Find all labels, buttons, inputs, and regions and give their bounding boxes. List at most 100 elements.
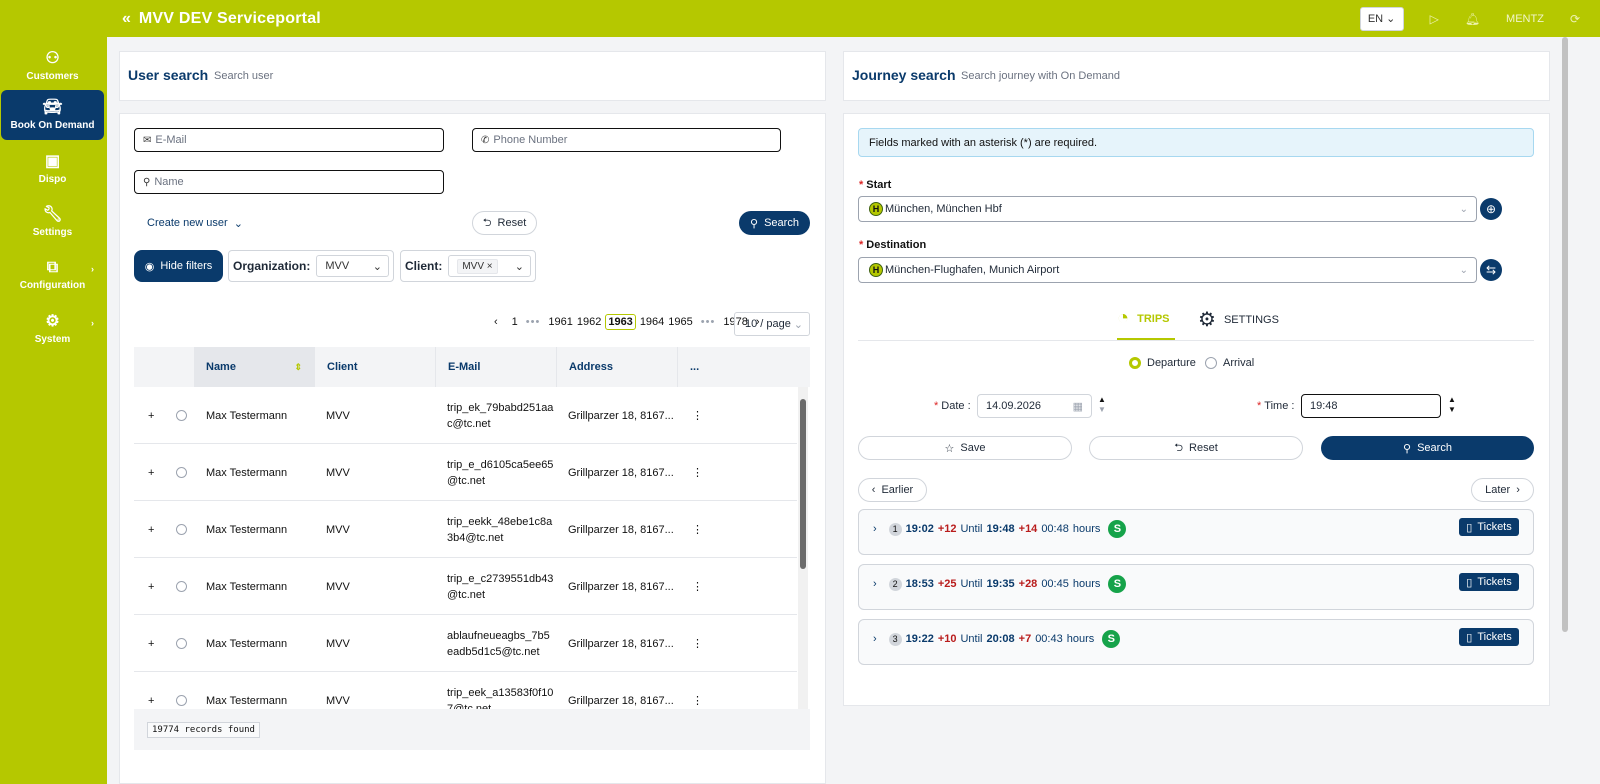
tickets-button[interactable]: ▯ Tickets bbox=[1459, 628, 1519, 646]
expand-icon[interactable]: + bbox=[148, 444, 154, 501]
user-name[interactable]: MENTZ bbox=[1506, 13, 1544, 25]
calendar-icon[interactable]: ▦ bbox=[1073, 400, 1083, 413]
column-client[interactable]: Client bbox=[314, 347, 435, 387]
table-row[interactable]: + Max Testermann MVV ablaufneueagbs_7b5 e… bbox=[134, 615, 797, 672]
search-button[interactable]: ⚲ Search bbox=[739, 211, 810, 235]
row-select[interactable] bbox=[176, 444, 187, 501]
date-label: * Date : bbox=[934, 400, 971, 412]
organization-select[interactable]: MVV ⌄ bbox=[316, 255, 389, 277]
sidebar-item-customers[interactable]: ⚇ Customers bbox=[1, 41, 104, 91]
logout-icon[interactable]: ⟳ bbox=[1570, 12, 1580, 26]
table-scrollbar[interactable] bbox=[798, 387, 808, 709]
more-options-icon[interactable]: ⋮ bbox=[692, 444, 703, 501]
sidebar-item-dispo[interactable]: ▣ Dispo bbox=[1, 144, 104, 194]
page-item[interactable]: 1965 bbox=[668, 316, 692, 328]
time-input[interactable]: 19:48 bbox=[1301, 394, 1441, 418]
more-options-icon[interactable]: ⋮ bbox=[692, 615, 703, 672]
sort-icon[interactable]: ⇕ bbox=[294, 362, 302, 373]
date-stepper[interactable]: ▲ ▼ bbox=[1098, 395, 1106, 415]
sidebar-item-book-on-demand[interactable]: 🚘︎ Book On Demand bbox=[1, 90, 104, 140]
page-current[interactable]: 1963 bbox=[605, 314, 636, 330]
column-address[interactable]: Address bbox=[556, 347, 677, 387]
close-icon[interactable]: × bbox=[487, 261, 493, 272]
column-more[interactable]: ... bbox=[677, 347, 797, 387]
time-stepper[interactable]: ▲ ▼ bbox=[1448, 395, 1456, 415]
earlier-button[interactable]: ‹ Earlier bbox=[858, 478, 927, 502]
email-field[interactable]: ✉ E-Mail bbox=[134, 128, 444, 152]
page-item[interactable]: 1961 bbox=[548, 316, 572, 328]
more-options-icon[interactable]: ⋮ bbox=[692, 558, 703, 615]
arrow-down-icon[interactable]: ▼ bbox=[1098, 405, 1106, 415]
bell-icon[interactable]: 🔔︎ bbox=[1465, 12, 1480, 26]
page-item[interactable]: 1962 bbox=[577, 316, 601, 328]
arrow-up-icon[interactable]: ▲ bbox=[1448, 395, 1456, 405]
sidebar-item-system[interactable]: ⚙︎ System › bbox=[1, 304, 104, 354]
trip-until: Until bbox=[960, 523, 983, 535]
sidebar-item-settings[interactable]: 🔧︎ Settings bbox=[1, 197, 104, 247]
reset-button[interactable]: ⮌ Reset bbox=[472, 211, 537, 235]
page-ellipsis[interactable]: ••• bbox=[526, 316, 541, 328]
save-button[interactable]: ☆ Save bbox=[858, 436, 1072, 460]
page-item[interactable]: 1964 bbox=[640, 316, 664, 328]
row-email: trip_eekk_48ebe1c8a 3b4@tc.net bbox=[447, 501, 552, 558]
row-select[interactable] bbox=[176, 615, 187, 672]
table-row[interactable]: + Max Testermann MVV trip_eek_a13583f0f1… bbox=[134, 672, 797, 710]
journey-search-button[interactable]: ⚲ Search bbox=[1321, 436, 1534, 460]
expand-chevron-icon[interactable]: › bbox=[873, 523, 877, 535]
table-scroll-thumb[interactable] bbox=[800, 399, 806, 569]
add-via-button[interactable]: ⊕ bbox=[1480, 198, 1502, 220]
row-select[interactable] bbox=[176, 558, 187, 615]
tab-settings[interactable]: ⚙︎ SETTINGS bbox=[1198, 307, 1279, 332]
row-select[interactable] bbox=[176, 672, 187, 709]
date-input[interactable]: 14.09.2026 ▦ bbox=[977, 394, 1092, 418]
phone-field[interactable]: ✆ Phone Number bbox=[472, 128, 781, 152]
expand-chevron-icon[interactable]: › bbox=[873, 578, 877, 590]
trip-result[interactable]: › 2 18:53 +25 Until 19:35 +28 00:45 hours … bbox=[858, 564, 1534, 610]
expand-icon[interactable]: + bbox=[148, 387, 154, 444]
more-options-icon[interactable]: ⋮ bbox=[692, 387, 703, 444]
more-options-icon[interactable]: ⋮ bbox=[692, 672, 703, 709]
send-icon[interactable]: ▷ bbox=[1430, 12, 1439, 26]
table-row[interactable]: + Max Testermann MVV trip_ek_79babd251aa… bbox=[134, 387, 797, 444]
arrival-radio[interactable]: Arrival bbox=[1205, 357, 1254, 369]
page-scrollbar[interactable] bbox=[1562, 37, 1568, 632]
prev-page-icon[interactable]: ‹ bbox=[494, 316, 498, 328]
later-button[interactable]: Later › bbox=[1471, 478, 1534, 502]
sidebar-item-configuration[interactable]: ⧉ Configuration › bbox=[1, 250, 104, 300]
arrow-down-icon[interactable]: ▼ bbox=[1448, 405, 1456, 415]
tickets-button[interactable]: ▯ Tickets bbox=[1459, 573, 1519, 591]
expand-icon[interactable]: + bbox=[148, 672, 154, 709]
table-row[interactable]: + Max Testermann MVV trip_e_c2739551db43… bbox=[134, 558, 797, 615]
client-select[interactable]: MVV × ⌄ bbox=[448, 255, 531, 277]
page-ellipsis[interactable]: ••• bbox=[701, 316, 716, 328]
table-row[interactable]: + Max Testermann MVV trip_eekk_48ebe1c8a… bbox=[134, 501, 797, 558]
name-field[interactable]: ⚲ Name bbox=[134, 170, 444, 194]
page-first[interactable]: 1 bbox=[512, 316, 518, 328]
expand-icon[interactable]: + bbox=[148, 501, 154, 558]
language-select[interactable]: EN ⌄ bbox=[1359, 6, 1404, 31]
row-email-line: c@tc.net bbox=[447, 417, 491, 430]
tickets-button[interactable]: ▯ Tickets bbox=[1459, 518, 1519, 536]
journey-reset-button[interactable]: ⮌ Reset bbox=[1089, 436, 1303, 460]
row-select[interactable] bbox=[176, 387, 187, 444]
expand-icon[interactable]: + bbox=[148, 558, 154, 615]
collapse-sidebar-icon[interactable]: « bbox=[122, 10, 131, 28]
start-location-select[interactable]: H München, München Hbf ⌄ bbox=[858, 196, 1477, 222]
more-options-icon[interactable]: ⋮ bbox=[692, 501, 703, 558]
trip-result[interactable]: › 1 19:02 +12 Until 19:48 +14 00:48 hours … bbox=[858, 509, 1534, 555]
create-new-user-dropdown[interactable]: Create new user ⌄ bbox=[147, 217, 243, 230]
column-email[interactable]: E-Mail bbox=[435, 347, 556, 387]
row-select[interactable] bbox=[176, 501, 187, 558]
swap-locations-button[interactable]: ⇆ bbox=[1480, 259, 1502, 281]
hide-filters-button[interactable]: ◉ Hide filters bbox=[134, 250, 223, 282]
column-name[interactable]: Name ⇕ bbox=[194, 347, 314, 387]
destination-location-select[interactable]: H München-Flughafen, Munich Airport ⌄ bbox=[858, 257, 1477, 283]
table-row[interactable]: + Max Testermann MVV trip_e_d6105ca5ee65… bbox=[134, 444, 797, 501]
expand-chevron-icon[interactable]: › bbox=[873, 633, 877, 645]
departure-radio[interactable]: Departure bbox=[1129, 357, 1196, 369]
page-size-select[interactable]: 10 / page ⌄ bbox=[734, 312, 810, 336]
trip-result[interactable]: › 3 19:22 +10 Until 20:08 +7 00:43 hours S… bbox=[858, 619, 1534, 665]
arrow-up-icon[interactable]: ▲ bbox=[1098, 395, 1106, 405]
expand-icon[interactable]: + bbox=[148, 615, 154, 672]
tab-trips[interactable]: ◔ TRIPS bbox=[1117, 307, 1170, 330]
